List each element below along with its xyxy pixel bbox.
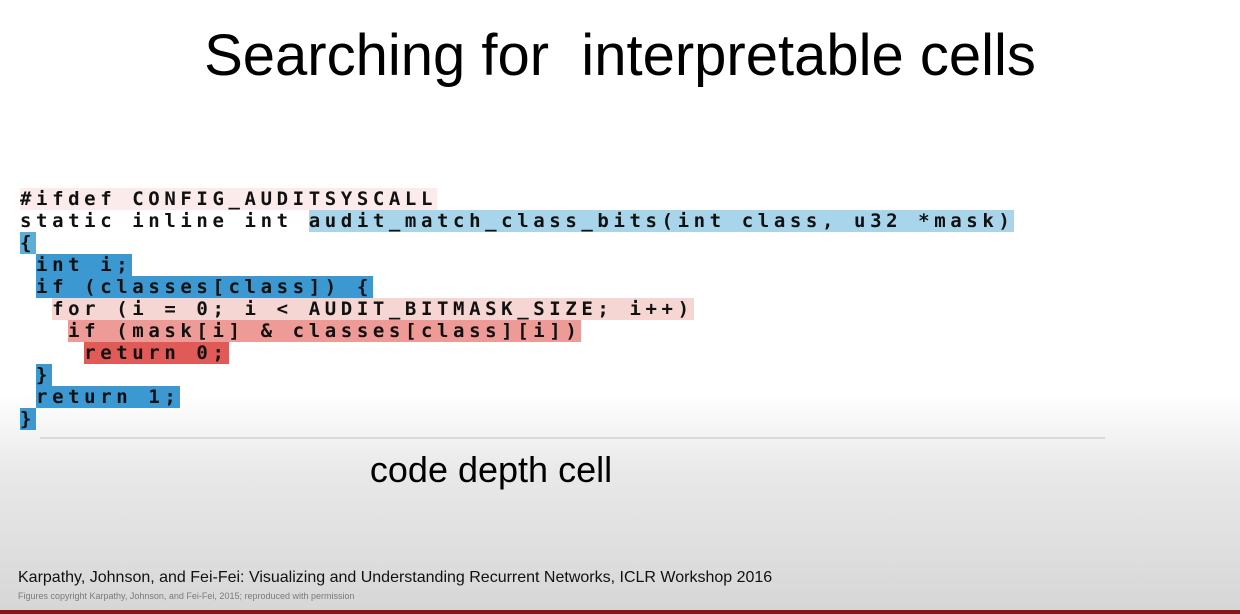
code-line-if-classes: if (classes[class]) {: [20, 276, 373, 298]
code-line-open-brace: {: [20, 232, 37, 254]
code-visualization: #ifdef CONFIG_AUDITSYSCALL static inline…: [20, 188, 1220, 448]
code-highlight-cell: }: [36, 364, 53, 386]
code-highlight-cell: if (mask[i] & classes[class][i]): [68, 320, 582, 342]
code-line-return-zero: return 0;: [20, 342, 229, 364]
code-text: static inline int: [20, 210, 309, 232]
figure-caption: code depth cell: [369, 449, 613, 490]
code-highlight-cell: int i;: [36, 254, 133, 276]
bottom-accent-bar: [0, 610, 1240, 614]
copyright-note: Figures copyright Karpathy, Johnson, and…: [18, 591, 355, 601]
code-line-signature: static inline int audit_match_class_bits…: [20, 210, 1015, 232]
code-highlight-cell: for (i = 0; i < AUDIT_BITMASK_SIZE; i++): [52, 298, 694, 320]
code-line-close-brace-inner: }: [20, 364, 53, 386]
code-line-close-brace: }: [20, 408, 37, 430]
code-line-ifdef: #ifdef CONFIG_AUDITSYSCALL: [20, 188, 438, 210]
code-highlight-cell: return 0;: [84, 342, 229, 364]
code-line-return-one: return 1;: [20, 386, 181, 408]
divider: [40, 437, 1105, 439]
code-highlight-cell: return 1;: [36, 386, 181, 408]
slide-title: Searching for interpretable cells: [204, 23, 1036, 88]
code-text: #ifdef CONFIG_AUDITSYSCALL: [20, 188, 438, 210]
citation: Karpathy, Johnson, and Fei-Fei: Visualiz…: [18, 569, 773, 586]
code-line-for-loop: for (i = 0; i < AUDIT_BITMASK_SIZE; i++): [20, 298, 694, 320]
code-highlight-cell: audit_match_class_bits(int class, u32 *m…: [308, 210, 1015, 232]
code-highlight-cell: {: [20, 232, 37, 254]
code-line-if-mask: if (mask[i] & classes[class][i]): [20, 320, 582, 342]
code-highlight-cell: if (classes[class]) {: [36, 276, 373, 298]
code-line-int-decl: int i;: [20, 254, 133, 276]
code-highlight-cell: }: [20, 408, 37, 430]
